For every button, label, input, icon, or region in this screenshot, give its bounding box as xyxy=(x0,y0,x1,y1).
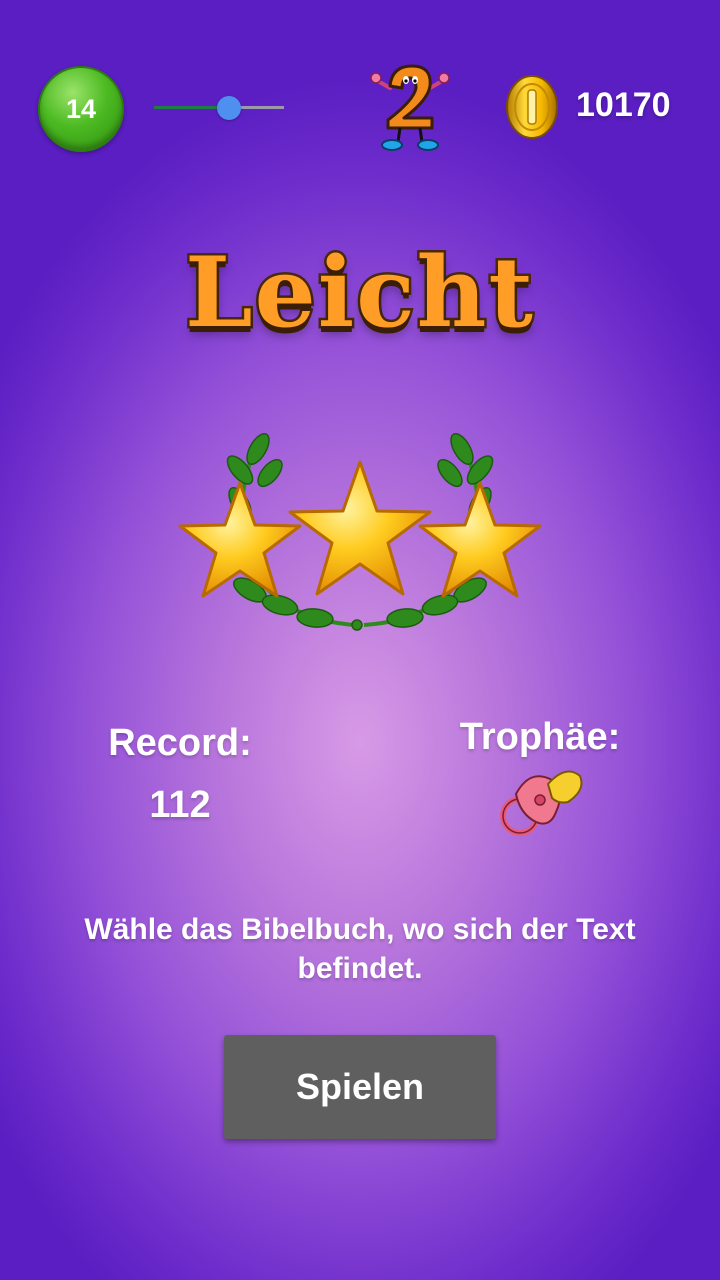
slider-thumb[interactable] xyxy=(217,96,242,120)
coin-count: 10170 xyxy=(576,86,671,124)
record-label: Record: xyxy=(108,722,252,764)
level-badge: 14 xyxy=(38,66,124,152)
laurel-stars-icon xyxy=(178,432,542,631)
trophy-label: Trophäe: xyxy=(459,716,621,758)
play-button[interactable]: Spielen xyxy=(224,1035,496,1139)
level-number: 14 xyxy=(65,93,97,124)
pacifier-icon xyxy=(500,770,583,836)
difficulty-title: Leicht xyxy=(183,234,536,352)
record-value: 112 xyxy=(149,784,211,826)
instruction-text: Wähle das Bibelbuch, wo sich der Text be… xyxy=(84,913,636,985)
level-progress-slider[interactable] xyxy=(154,96,284,120)
gold-coin-icon xyxy=(506,75,558,139)
number-two-mascot-icon xyxy=(370,64,450,151)
star-center-icon xyxy=(288,460,432,596)
